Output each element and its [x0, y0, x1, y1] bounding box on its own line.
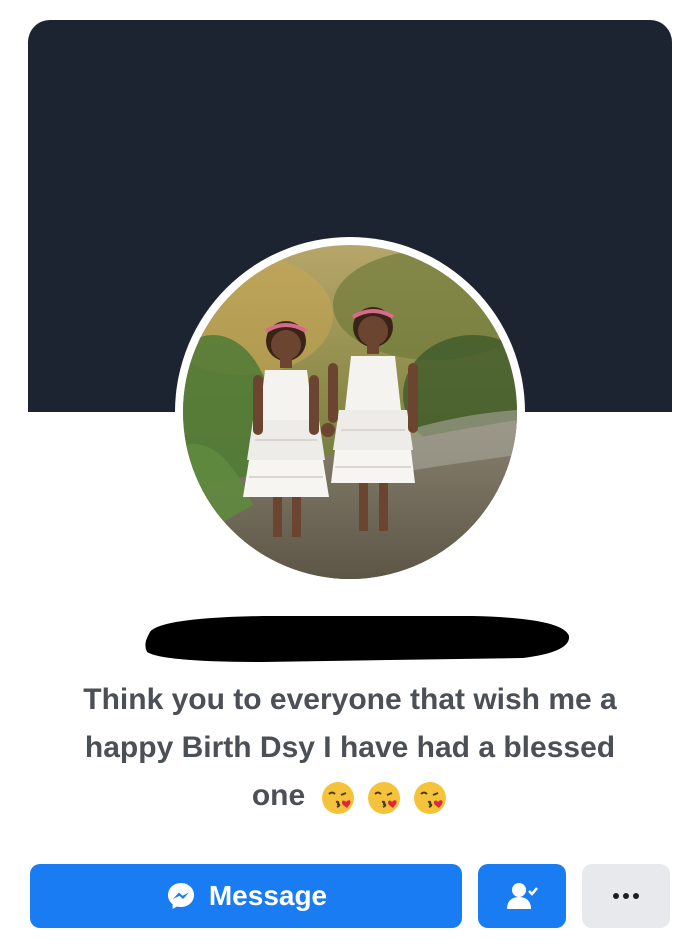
messenger-icon [167, 883, 194, 909]
redacted-name [143, 612, 571, 664]
message-button[interactable]: Message [30, 864, 462, 928]
bio-line-3: one [20, 772, 680, 821]
message-button-label: Message [208, 880, 328, 911]
profile-bio: Think you to everyone that wish me a hap… [20, 676, 680, 821]
kiss-emoji-icon [414, 782, 447, 815]
kiss-emoji-icon [321, 782, 354, 815]
more-options-button[interactable] [582, 864, 670, 928]
bio-line-3-text: one [251, 779, 306, 812]
profile-picture[interactable] [183, 245, 517, 579]
more-dots-icon [613, 893, 639, 899]
profile-page: Think you to everyone that wish me a hap… [0, 0, 700, 949]
friends-check-icon [507, 883, 538, 909]
bio-line-2: happy Birth Dsy I have had a blessed [84, 731, 616, 764]
friends-button[interactable] [478, 864, 566, 928]
kiss-emoji-row [318, 773, 449, 821]
profile-actions: Message [30, 864, 672, 928]
bio-line-1: Think you to everyone that wish me a [83, 683, 617, 716]
kiss-emoji-icon [367, 782, 400, 815]
